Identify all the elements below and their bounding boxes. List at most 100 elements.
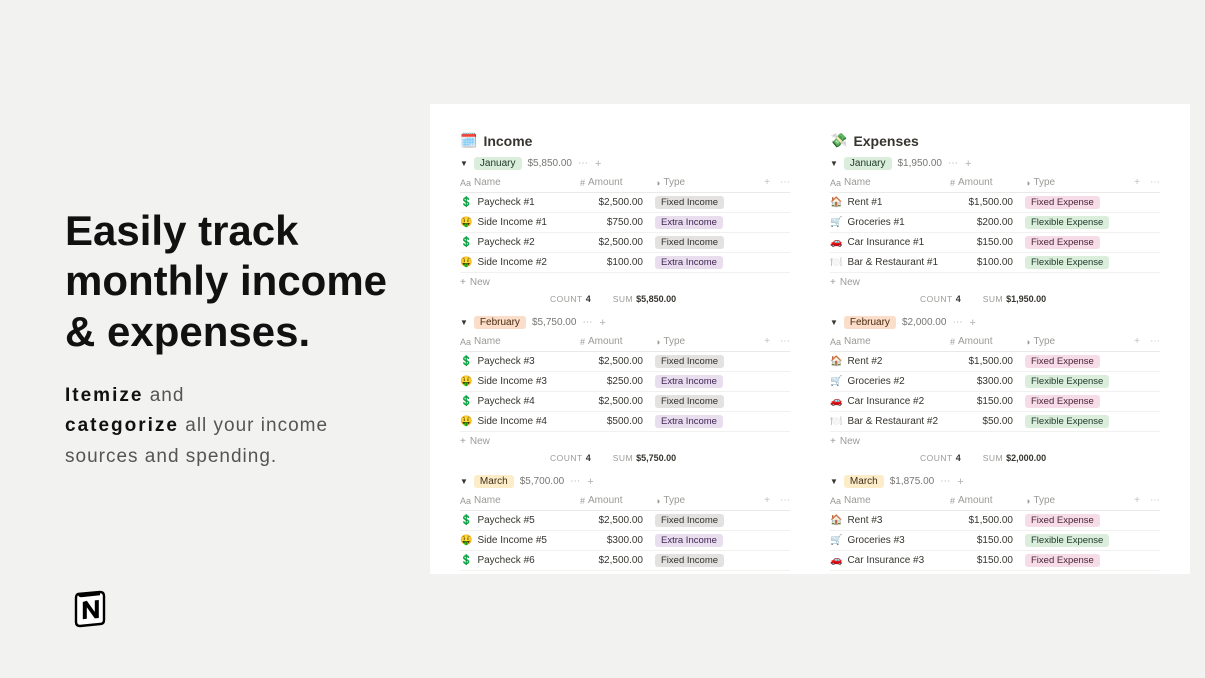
table-row[interactable]: 🛒Groceries #1$200.00Flexible Expense	[830, 213, 1160, 233]
group-total: $5,700.00	[520, 476, 565, 487]
add-icon[interactable]: +	[965, 158, 971, 170]
table-row[interactable]: 🛒Groceries #2$300.00Flexible Expense	[830, 372, 1160, 392]
number-property-icon: #	[950, 337, 955, 347]
month-tag[interactable]: March	[844, 475, 884, 488]
sum-value: $1,950.00	[1006, 294, 1046, 304]
group-header: ▼March$1,875.00⋯+	[830, 475, 1160, 488]
more-columns-icon[interactable]: ⋯	[780, 495, 790, 506]
new-row-button[interactable]: +New	[460, 432, 790, 449]
row-name: Car Insurance #3	[847, 555, 924, 566]
table-row[interactable]: 🤑Side Income #1$750.00Extra Income	[460, 213, 790, 233]
row-amount: $250.00	[607, 376, 643, 387]
add-column-icon[interactable]: +	[764, 336, 770, 347]
sum-value: $5,850.00	[636, 294, 676, 304]
row-name: Groceries #1	[847, 217, 904, 228]
add-column-icon[interactable]: +	[1134, 177, 1140, 188]
row-amount: $2,500.00	[599, 356, 644, 367]
row-name: Paycheck #5	[477, 515, 534, 526]
add-column-icon[interactable]: +	[1134, 495, 1140, 506]
add-icon[interactable]: +	[595, 158, 601, 170]
add-column-icon[interactable]: +	[764, 177, 770, 188]
add-column-icon[interactable]: +	[764, 495, 770, 506]
type-tag: Flexible Expense	[1025, 256, 1109, 269]
row-icon: 🤑	[460, 217, 472, 228]
collapse-caret-icon[interactable]: ▼	[830, 159, 838, 168]
table-row[interactable]: 💲Paycheck #1$2,500.00Fixed Income	[460, 193, 790, 213]
table-row[interactable]: 🤑Side Income #5$300.00Extra Income	[460, 531, 790, 551]
type-tag: Extra Income	[655, 375, 723, 388]
row-amount: $300.00	[977, 376, 1013, 387]
table-row[interactable]: 🛒Groceries #3$150.00Flexible Expense	[830, 531, 1160, 551]
month-tag[interactable]: February	[844, 316, 896, 329]
table-row[interactable]: 💲Paycheck #6$2,500.00Fixed Income	[460, 551, 790, 571]
type-tag: Flexible Expense	[1025, 534, 1109, 547]
row-name: Rent #1	[847, 197, 882, 208]
add-column-icon[interactable]: +	[1134, 336, 1140, 347]
row-amount: $2,500.00	[599, 197, 644, 208]
new-label: New	[840, 436, 860, 447]
col-name-label: Name	[844, 495, 871, 506]
table-row[interactable]: 🏠Rent #1$1,500.00Fixed Expense	[830, 193, 1160, 213]
new-row-button[interactable]: +New	[460, 273, 790, 290]
table-row[interactable]: 💲Paycheck #5$2,500.00Fixed Income	[460, 511, 790, 531]
headline: Easily track monthly income & expenses.	[65, 206, 390, 357]
add-icon[interactable]: +	[587, 476, 593, 488]
row-amount: $150.00	[977, 535, 1013, 546]
month-tag[interactable]: January	[844, 157, 892, 170]
collapse-caret-icon[interactable]: ▼	[830, 318, 838, 327]
table-row[interactable]: 🚗Car Insurance #2$150.00Fixed Expense	[830, 392, 1160, 412]
more-columns-icon[interactable]: ⋯	[1150, 495, 1160, 506]
table-row[interactable]: 🍽️Bar & Restaurant #2$50.00Flexible Expe…	[830, 412, 1160, 432]
col-amount-label: Amount	[588, 495, 622, 506]
more-icon[interactable]: ⋯	[578, 158, 589, 169]
month-tag[interactable]: March	[474, 475, 514, 488]
table-row[interactable]: 🏠Rent #2$1,500.00Fixed Expense	[830, 352, 1160, 372]
col-name-label: Name	[474, 177, 501, 188]
group-total: $2,000.00	[902, 317, 947, 328]
table-row[interactable]: 🍽️Bar & Restaurant #1$100.00Flexible Exp…	[830, 253, 1160, 273]
table-row[interactable]: 🏠Rent #3$1,500.00Fixed Expense	[830, 511, 1160, 531]
month-tag[interactable]: January	[474, 157, 522, 170]
new-row-button[interactable]: + New	[830, 432, 1160, 449]
collapse-caret-icon[interactable]: ▼	[460, 477, 468, 486]
more-icon[interactable]: ⋯	[570, 476, 581, 487]
collapse-caret-icon[interactable]: ▼	[830, 477, 838, 486]
text-property-icon: Aa	[830, 496, 841, 506]
section-title-text: Income	[483, 133, 532, 149]
new-row-button[interactable]: +New	[830, 273, 1160, 290]
type-tag: Extra Income	[655, 534, 723, 547]
add-icon[interactable]: +	[599, 317, 605, 329]
more-icon[interactable]: ⋯	[582, 317, 593, 328]
table-row[interactable]: 🤑Side Income #4$500.00Extra Income	[460, 412, 790, 432]
row-amount: $150.00	[977, 555, 1013, 566]
table-row[interactable]: 💲Paycheck #2$2,500.00Fixed Income	[460, 233, 790, 253]
more-columns-icon[interactable]: ⋯	[780, 336, 790, 347]
more-icon[interactable]: ⋯	[952, 317, 963, 328]
sum-label: SUM	[613, 294, 633, 304]
more-columns-icon[interactable]: ⋯	[1150, 336, 1160, 347]
more-columns-icon[interactable]: ⋯	[780, 177, 790, 188]
notion-logo	[70, 588, 110, 633]
more-icon[interactable]: ⋯	[940, 476, 951, 487]
more-icon[interactable]: ⋯	[948, 158, 959, 169]
add-icon[interactable]: +	[957, 476, 963, 488]
group-totals: COUNT4SUM$2,000.00	[830, 449, 1160, 467]
table-row[interactable]: 🚗Car Insurance #3$150.00Fixed Expense	[830, 551, 1160, 571]
add-icon[interactable]: +	[969, 317, 975, 329]
number-property-icon: #	[580, 496, 585, 506]
sum-label: SUM	[613, 453, 633, 463]
month-tag[interactable]: February	[474, 316, 526, 329]
plus-icon: +	[830, 436, 836, 447]
table-row[interactable]: 💲Paycheck #3$2,500.00Fixed Income	[460, 352, 790, 372]
more-columns-icon[interactable]: ⋯	[1150, 177, 1160, 188]
col-amount-label: Amount	[958, 336, 992, 347]
collapse-caret-icon[interactable]: ▼	[460, 318, 468, 327]
table-row[interactable]: 🚗Car Insurance #1$150.00Fixed Expense	[830, 233, 1160, 253]
table-row[interactable]: 🤑Side Income #3$250.00Extra Income	[460, 372, 790, 392]
row-icon: 💲	[460, 237, 472, 248]
row-amount: $50.00	[982, 416, 1013, 427]
select-property-icon: ◑	[1025, 496, 1030, 506]
collapse-caret-icon[interactable]: ▼	[460, 159, 468, 168]
table-row[interactable]: 💲Paycheck #4$2,500.00Fixed Income	[460, 392, 790, 412]
table-row[interactable]: 🤑Side Income #2$100.00Extra Income	[460, 253, 790, 273]
